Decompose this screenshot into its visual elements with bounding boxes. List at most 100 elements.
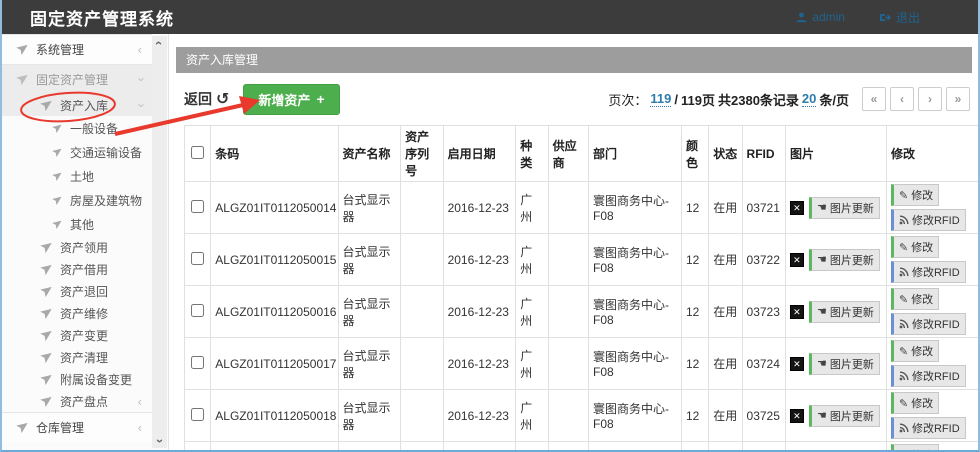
header-department: 部门 [589, 126, 682, 182]
sidebar-item[interactable]: 资产入库 ‹ [2, 94, 152, 116]
modify-cell: ✎ 修改 修改RFID [886, 286, 979, 338]
sidebar-item[interactable]: 一般设备 [2, 116, 152, 140]
status-cell: 在用 [709, 286, 742, 338]
picture-update-button[interactable]: ☚ 图片更新 [809, 405, 880, 427]
user-link[interactable]: admin [796, 9, 845, 26]
modify-label: 修改 [911, 343, 933, 359]
rfid-cell: 03723 [742, 286, 785, 338]
row-checkbox[interactable] [191, 200, 204, 213]
sidebar-item[interactable]: 仓库管理 ‹ [2, 412, 152, 442]
status-cell: 在用 [709, 234, 742, 286]
sidebar-item[interactable]: 系统管理 ‹ [2, 34, 152, 64]
modify-button[interactable]: ✎ 修改 [891, 392, 939, 414]
hand-pointer-icon: ☚ [817, 409, 827, 422]
picture-update-button[interactable]: ☚ 图片更新 [809, 301, 880, 323]
department-cell: 寰图商务中心-F08 [589, 234, 682, 286]
sidebar-item[interactable]: 固定资产管理 ‹ [2, 64, 152, 94]
modify-rfid-button[interactable]: 修改RFID [891, 417, 966, 439]
modify-rfid-label: 修改RFID [912, 420, 960, 436]
table-row: ALGZ01IT0112050017 台式显示器 2016-12-23 广州 寰… [185, 338, 980, 390]
sidebar-item-label: 资产入库 [60, 97, 138, 114]
modify-button[interactable]: ✎ 修改 [891, 444, 939, 452]
sidebar-item[interactable]: 资产退回 [2, 280, 152, 302]
sidebar-scrollbar[interactable]: ‹ ‹ [152, 36, 167, 448]
table-row: ALGZ01IT0112050018 台式显示器 2016-12-23 广州 寰… [185, 390, 980, 442]
app-title: 固定资产管理系统 [30, 5, 174, 30]
kind-cell: 广州 [516, 182, 548, 234]
modify-button[interactable]: ✎ 修改 [891, 236, 939, 258]
row-checkbox[interactable] [191, 252, 204, 265]
rfid-signal-icon [899, 423, 909, 433]
sidebar-item[interactable]: 资产维修 [2, 302, 152, 324]
modify-label: 修改 [911, 395, 933, 411]
modify-rfid-label: 修改RFID [912, 212, 960, 228]
navigate-arrow-icon [39, 99, 51, 111]
sidebar-item[interactable]: 房屋及建筑物 [2, 188, 152, 212]
picture-cell: ✕ ☚ 图片更新 [785, 338, 886, 390]
picture-update-label: 图片更新 [830, 252, 874, 268]
sidebar-menu: 系统管理 ‹ 固定资产管理 ‹ 资产入库 ‹ [2, 34, 152, 442]
kind-cell: 广州 [516, 442, 548, 452]
sidebar-item[interactable]: 交通运输设备 [2, 140, 152, 164]
sidebar-item[interactable]: 附属设备变更 [2, 368, 152, 390]
modify-rfid-button[interactable]: 修改RFID [891, 365, 966, 387]
modify-button[interactable]: ✎ 修改 [891, 340, 939, 362]
sidebar-item-label: 一般设备 [70, 120, 142, 137]
logout-icon [879, 12, 891, 23]
sidebar-item[interactable]: 资产借用 [2, 258, 152, 280]
modify-button[interactable]: ✎ 修改 [891, 184, 939, 206]
scroll-down-icon[interactable]: ‹ [153, 439, 167, 443]
modify-rfid-button[interactable]: 修改RFID [891, 209, 966, 231]
current-page-link[interactable]: 119 [650, 91, 671, 107]
select-all-checkbox[interactable] [191, 146, 204, 159]
toolbar: 返回 ↺ 新增资产 + 页次： 119 / 119页 共2380条记录 20 条… [184, 85, 970, 113]
modify-rfid-button[interactable]: 修改RFID [891, 261, 966, 283]
picture-cell: ✕ ☚ 图片更新 [785, 234, 886, 286]
row-checkbox[interactable] [191, 304, 204, 317]
modify-rfid-button[interactable]: 修改RFID [891, 313, 966, 335]
hand-pointer-icon: ☚ [817, 357, 827, 370]
page-size-link[interactable]: 20 [802, 91, 816, 107]
sidebar-item[interactable]: 资产盘点 ‹ [2, 390, 152, 412]
sidebar-item[interactable]: 其他 [2, 212, 152, 236]
picture-update-button[interactable]: ☚ 图片更新 [809, 197, 880, 219]
modify-label: 修改 [911, 187, 933, 203]
modify-button[interactable]: ✎ 修改 [891, 288, 939, 310]
back-button[interactable]: 返回 ↺ [184, 89, 229, 109]
kind-cell: 广州 [516, 234, 548, 286]
sidebar-item[interactable]: 资产领用 [2, 236, 152, 258]
status-cell: 在用 [709, 390, 742, 442]
sidebar-item-label: 附属设备变更 [60, 371, 142, 388]
date-cell: 2016-12-23 [443, 338, 516, 390]
prev-page-button[interactable]: ‹ [890, 87, 914, 111]
user-link-label: admin [812, 10, 845, 24]
serial-cell [401, 390, 443, 442]
barcode-cell: ALGZ01IT0112050016 [211, 286, 338, 338]
broken-image-icon: ✕ [790, 409, 804, 423]
sidebar-item[interactable]: 资产清理 [2, 346, 152, 368]
next-page-button[interactable]: › [918, 87, 942, 111]
asset-name-cell: 台式显示器 [338, 234, 401, 286]
last-page-button[interactable]: » [946, 87, 970, 111]
barcode-cell: ALGZ01IT0112050017 [211, 338, 338, 390]
picture-update-button[interactable]: ☚ 图片更新 [809, 249, 880, 271]
row-checkbox[interactable] [191, 408, 204, 421]
sidebar-item-label: 其他 [70, 216, 142, 233]
sidebar-item[interactable]: 土地 [2, 164, 152, 188]
department-cell: 寰图商务中心-F08 [589, 338, 682, 390]
rfid-cell: 03725 [742, 390, 785, 442]
table-row: ALGZ01IT0112050014 台式显示器 2016-12-23 广州 寰… [185, 182, 980, 234]
barcode-cell: ALGZ01IT0112050018 [211, 390, 338, 442]
picture-update-button[interactable]: ☚ 图片更新 [809, 353, 880, 375]
sidebar-item-label: 房屋及建筑物 [70, 192, 142, 209]
first-page-button[interactable]: « [862, 87, 886, 111]
add-asset-button[interactable]: 新增资产 + [243, 84, 339, 115]
chevron-icon: ‹ [138, 42, 142, 57]
modify-rfid-label: 修改RFID [912, 316, 960, 332]
sidebar-item[interactable]: 资产变更 [2, 324, 152, 346]
navigate-arrow-icon [51, 147, 61, 157]
scroll-up-icon[interactable]: ‹ [153, 41, 167, 45]
row-checkbox[interactable] [191, 356, 204, 369]
color-cell: 12 [681, 390, 708, 442]
logout-link[interactable]: 退出 [879, 9, 920, 26]
